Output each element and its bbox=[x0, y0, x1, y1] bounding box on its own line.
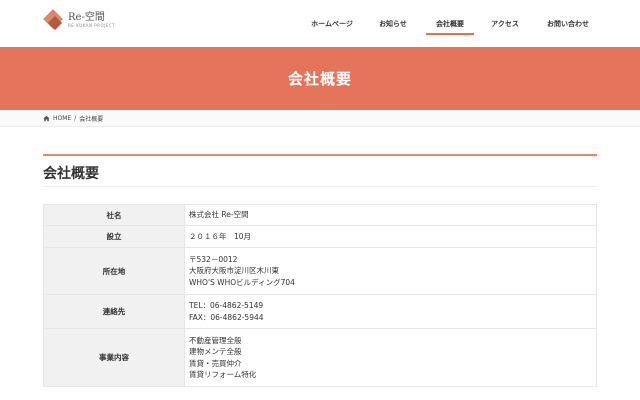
row-value: ２０１６年 10月 bbox=[184, 225, 597, 248]
section-title: 会社概要 bbox=[43, 166, 99, 182]
section-underline bbox=[43, 186, 597, 187]
row-value: TEL：06-4862-5149 FAX：06-4862-5944 bbox=[184, 294, 597, 329]
nav-news[interactable]: お知らせ bbox=[364, 0, 422, 47]
table-row: 事業内容 不動産管理全般 建物メンテ全般 賃貸・売買仲介 賃貸リフォーム特化 bbox=[43, 328, 597, 387]
nav-company[interactable]: 会社概要 bbox=[422, 0, 478, 47]
row-value: 株式会社 Re-空間 bbox=[184, 204, 597, 226]
row-label: 社名 bbox=[43, 204, 185, 226]
value-line: FAX：06-4862-5944 bbox=[189, 312, 264, 322]
row-label: 所在地 bbox=[43, 247, 185, 295]
company-info-table: 社名 株式会社 Re-空間 設立 ２０１６年 10月 所在地 〒532－0012… bbox=[43, 204, 597, 387]
value-line: TEL：06-4862-5149 bbox=[189, 301, 264, 310]
breadcrumb-home[interactable]: HOME bbox=[53, 115, 71, 122]
row-value: 〒532－0012 大阪府大阪市淀川区木川東 WHO'S WHOビルディング70… bbox=[184, 247, 597, 295]
table-row: 設立 ２０１６年 10月 bbox=[43, 225, 597, 248]
breadcrumb-separator: / bbox=[74, 115, 77, 122]
breadcrumb-current: 会社概要 bbox=[79, 116, 104, 123]
page-banner: 会社概要 bbox=[0, 47, 640, 110]
value-line: 不動産管理全般 bbox=[189, 335, 242, 345]
logo-mark-icon bbox=[43, 9, 65, 31]
row-value: 不動産管理全般 建物メンテ全般 賃貸・売買仲介 賃貸リフォーム特化 bbox=[184, 328, 597, 387]
logo-subtitle: RE-KUKAN PROJECT bbox=[68, 22, 116, 28]
value-line: 株式会社 Re-空間 bbox=[189, 210, 249, 220]
value-line: WHO'S WHOビルディング704 bbox=[189, 277, 295, 287]
row-label: 事業内容 bbox=[43, 328, 185, 387]
home-icon bbox=[43, 115, 50, 122]
value-line: ２０１６年 10月 bbox=[189, 231, 252, 241]
value-line: 賃貸・売買仲介 bbox=[189, 358, 242, 368]
section-divider bbox=[43, 154, 597, 156]
nav-access[interactable]: アクセス bbox=[478, 0, 532, 47]
table-row: 連絡先 TEL：06-4862-5149 FAX：06-4862-5944 bbox=[43, 294, 597, 329]
value-line: 大阪府大阪市淀川区木川東 bbox=[189, 266, 279, 276]
value-line: 〒532－0012 bbox=[189, 254, 238, 264]
row-label: 連絡先 bbox=[43, 294, 185, 329]
site-header: Re-空間 RE-KUKAN PROJECT ホームページ お知らせ 会社概要 … bbox=[0, 0, 640, 47]
table-row: 所在地 〒532－0012 大阪府大阪市淀川区木川東 WHO'S WHOビルディ… bbox=[43, 247, 597, 295]
table-row: 社名 株式会社 Re-空間 bbox=[43, 204, 597, 226]
main-nav: ホームページ お知らせ 会社概要 アクセス お問い合わせ bbox=[300, 0, 604, 47]
value-line: 建物メンテ全般 bbox=[189, 347, 242, 356]
breadcrumb-bar: HOME / 会社概要 bbox=[0, 110, 640, 127]
value-line: 賃貸リフォーム特化 bbox=[189, 370, 257, 379]
nav-contact[interactable]: お問い合わせ bbox=[532, 0, 604, 47]
logo-name: Re-空間 bbox=[68, 11, 105, 23]
site-logo[interactable]: Re-空間 RE-KUKAN PROJECT bbox=[43, 9, 115, 31]
nav-home[interactable]: ホームページ bbox=[300, 0, 364, 47]
row-label: 設立 bbox=[43, 225, 185, 248]
page-title: 会社概要 bbox=[287, 70, 352, 88]
breadcrumb: HOME / 会社概要 bbox=[43, 114, 103, 123]
